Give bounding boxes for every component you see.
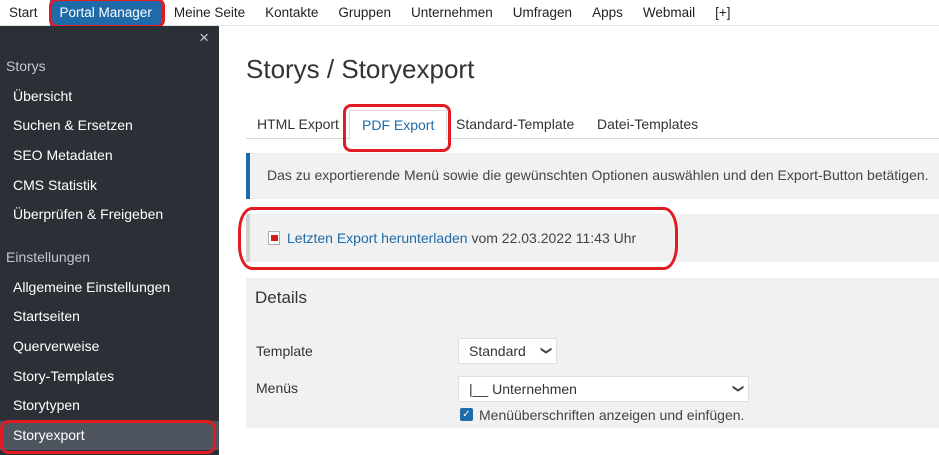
sidebar-item-seo-metadaten[interactable]: SEO Metadaten bbox=[13, 147, 113, 163]
nav-more[interactable]: [+] bbox=[705, 0, 740, 26]
menus-select-value: |__ Unternehmen bbox=[469, 381, 577, 397]
template-label: Template bbox=[256, 343, 313, 359]
info-message: Das zu exportierende Menü sowie die gewü… bbox=[246, 153, 939, 199]
top-navigation: Start Portal Manager Meine Seite Kontakt… bbox=[0, 0, 939, 26]
sidebar-item-storyexport[interactable]: Storyexport bbox=[0, 421, 219, 450]
sidebar-item-allgemeine-einstellungen[interactable]: Allgemeine Einstellungen bbox=[13, 279, 170, 295]
nav-kontakte[interactable]: Kontakte bbox=[255, 0, 328, 26]
template-select-value: Standard bbox=[469, 343, 526, 359]
details-header: Details bbox=[246, 278, 939, 316]
page-title: Storys / Storyexport bbox=[246, 54, 475, 84]
tab-pdf-export[interactable]: PDF Export bbox=[349, 110, 448, 140]
menu-headings-checkbox[interactable]: ✓ bbox=[460, 408, 473, 421]
sidebar-item-querverweise[interactable]: Querverweise bbox=[13, 338, 99, 354]
chevron-down-icon: ❮ bbox=[539, 345, 552, 356]
details-title: Details bbox=[255, 288, 307, 307]
menus-label: Menüs bbox=[256, 380, 299, 396]
sidebar-item-story-templates[interactable]: Story-Templates bbox=[13, 368, 114, 384]
nav-gruppen[interactable]: Gruppen bbox=[328, 0, 401, 26]
nav-portal-manager[interactable]: Portal Manager bbox=[49, 0, 162, 26]
nav-unternehmen[interactable]: Unternehmen bbox=[401, 0, 503, 26]
sidebar-section-einstellungen: Einstellungen bbox=[6, 249, 91, 265]
info-text: Das zu exportierende Menü sowie die gewü… bbox=[267, 167, 929, 183]
tab-bar: HTML Export PDF Export Standard-Template… bbox=[246, 110, 939, 140]
last-export-date: vom 22.03.2022 11:43 Uhr bbox=[467, 230, 637, 246]
template-select[interactable]: Standard ❮ bbox=[458, 338, 557, 364]
chevron-down-icon: ❮ bbox=[731, 383, 744, 394]
tab-standard-template[interactable]: Standard-Template bbox=[456, 110, 574, 139]
last-export-line: Letzten Export herunterladen vom 22.03.2… bbox=[287, 230, 636, 246]
nav-umfragen[interactable]: Umfragen bbox=[503, 0, 582, 26]
nav-webmail[interactable]: Webmail bbox=[633, 0, 705, 26]
last-export-box: Letzten Export herunterladen vom 22.03.2… bbox=[246, 214, 939, 262]
nav-apps[interactable]: Apps bbox=[582, 0, 633, 26]
sidebar-item-cms-statistik[interactable]: CMS Statistik bbox=[13, 177, 97, 193]
menu-headings-checkbox-label: Menüüberschriften anzeigen und einfügen. bbox=[479, 407, 745, 423]
close-icon[interactable]: × bbox=[199, 28, 209, 48]
tab-html-export[interactable]: HTML Export bbox=[257, 110, 339, 139]
pdf-file-icon bbox=[268, 231, 280, 245]
sidebar: × Storys Übersicht Suchen & Ersetzen SEO… bbox=[0, 26, 219, 455]
sidebar-item-storytypen[interactable]: Storytypen bbox=[13, 397, 80, 413]
tab-datei-templates[interactable]: Datei-Templates bbox=[597, 110, 698, 139]
sidebar-item-ueberpruefen-freigeben[interactable]: Überprüfen & Freigeben bbox=[13, 206, 163, 222]
menus-select[interactable]: |__ Unternehmen ❮ bbox=[458, 376, 749, 402]
download-last-export-link[interactable]: Letzten Export herunterladen bbox=[287, 230, 468, 246]
sidebar-item-uebersicht[interactable]: Übersicht bbox=[13, 88, 72, 104]
nav-start[interactable]: Start bbox=[0, 0, 48, 26]
details-form: Template Standard ❮ Menüs |__ Unternehme… bbox=[246, 316, 939, 428]
nav-meine-seite[interactable]: Meine Seite bbox=[164, 0, 255, 26]
sidebar-item-startseiten[interactable]: Startseiten bbox=[13, 308, 80, 324]
sidebar-item-suchen-ersetzen[interactable]: Suchen & Ersetzen bbox=[13, 117, 133, 133]
sidebar-section-storys: Storys bbox=[6, 58, 46, 74]
